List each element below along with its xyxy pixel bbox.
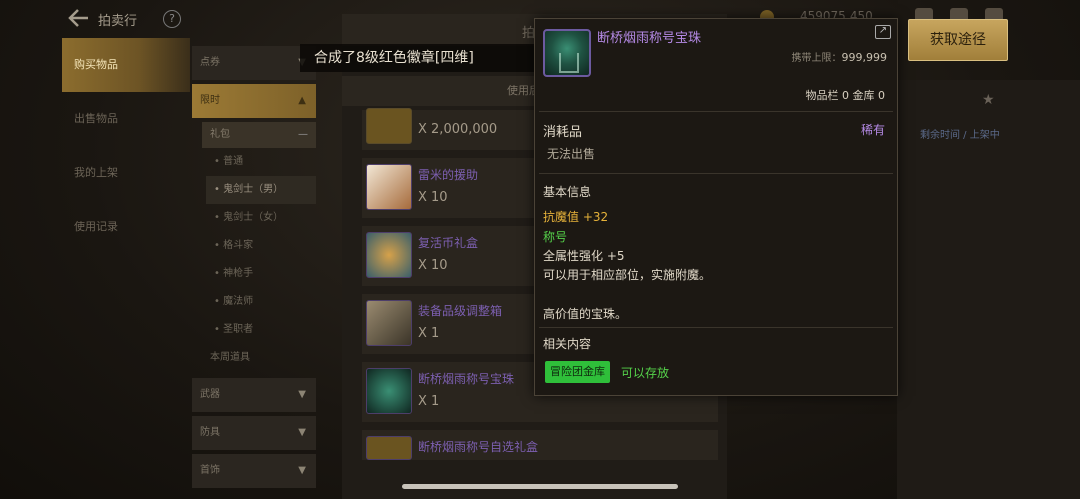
tooltip-header: 断桥烟雨称号宝珠 ↗ 携带上限：999,999 物品栏 0 金库 0	[535, 19, 897, 105]
subitem[interactable]: • 神枪手	[206, 260, 316, 288]
basic-info-heading: 基本信息	[543, 185, 592, 199]
orb-icon	[366, 368, 412, 414]
flavor-text: 高价值的宝珠。	[543, 307, 628, 321]
item-tooltip: 断桥烟雨称号宝珠 ↗ 携带上限：999,999 物品栏 0 金库 0 消耗品 稀…	[534, 18, 898, 396]
category-points[interactable]: 点券▼	[192, 46, 316, 80]
back-arrow-icon[interactable]	[68, 8, 90, 28]
gift-icon	[366, 436, 412, 460]
collapse-icon: —	[298, 129, 308, 140]
coin-box-icon	[366, 232, 412, 278]
subcategory-gift[interactable]: 礼包 —	[202, 122, 316, 148]
storage-count: 物品栏 0 金库 0	[805, 89, 886, 102]
stat-magic-resist: 抗魔值 +32	[543, 210, 609, 224]
reward-qty: X 2,000,000	[418, 122, 498, 137]
left-nav: 购买物品 出售物品 我的上架 使用记录	[62, 38, 190, 498]
category-weapon[interactable]: 武器 ▼	[192, 378, 316, 412]
reward-qty: X 10	[418, 258, 448, 273]
divider	[539, 111, 893, 112]
page-title: 拍卖行	[98, 14, 138, 29]
account-vault-badge: 冒险团金库	[545, 361, 610, 383]
stat-all-attr: 全属性强化 +5	[543, 249, 625, 263]
help-icon[interactable]: ?	[163, 10, 181, 28]
reward-name: 雷米的援助	[418, 168, 479, 182]
nav-sell[interactable]: 出售物品	[62, 92, 190, 146]
subitem[interactable]: • 普通	[206, 148, 316, 176]
nav-buy[interactable]: 购买物品	[62, 38, 190, 92]
divider	[539, 327, 893, 328]
feather-icon	[366, 164, 412, 210]
chevron-down-icon: ▼	[298, 427, 306, 438]
item-rarity: 稀有	[860, 123, 885, 137]
listing-column	[897, 80, 1080, 499]
item-type: 消耗品	[543, 125, 583, 140]
star-icon[interactable]: ★	[982, 92, 995, 108]
stat-desc: 可以用于相应部位，实施附魔。	[543, 268, 712, 282]
reward-item[interactable]: 断桥烟雨称号自选礼盒	[362, 430, 718, 460]
subitem-selected[interactable]: • 鬼剑士（男）	[206, 176, 316, 204]
reward-name: 复活币礼盒	[418, 236, 479, 250]
share-icon[interactable]: ↗	[875, 25, 891, 39]
reward-name: 断桥烟雨称号自选礼盒	[418, 440, 539, 454]
system-notification: 合成了8级红色徽章[四维]	[300, 44, 560, 72]
can-store-text: 可以存放	[621, 366, 670, 380]
nav-my-listings[interactable]: 我的上架	[62, 146, 190, 200]
listing-status: 剩余时间 / 上架中	[920, 130, 1000, 141]
chevron-down-icon: ▼	[298, 465, 306, 476]
category-armor[interactable]: 防具 ▼	[192, 416, 316, 450]
carry-limit: 携带上限：999,999	[791, 51, 888, 64]
subitem[interactable]: • 魔法师	[206, 288, 316, 316]
home-indicator[interactable]	[402, 484, 678, 489]
category-label: 限时	[200, 95, 220, 106]
nav-history[interactable]: 使用记录	[62, 200, 190, 254]
gold-icon	[366, 108, 412, 144]
item-name: 断桥烟雨称号宝珠	[597, 31, 702, 46]
reward-name: 断桥烟雨称号宝珠	[418, 372, 515, 386]
subitem[interactable]: • 圣职者	[206, 316, 316, 344]
subitem[interactable]: • 格斗家	[206, 232, 316, 260]
chevron-up-icon: ▲	[298, 95, 306, 106]
subcategory-label: 礼包	[210, 129, 230, 140]
trade-restriction: 无法出售	[547, 147, 596, 161]
category-column: 点券▼ 限时▲ 礼包— • 普通 • 鬼剑士（男） • 鬼剑士（女） • 格斗家…	[192, 46, 316, 499]
reward-qty: X 1	[418, 394, 440, 409]
reward-qty: X 1	[418, 326, 440, 341]
divider	[539, 173, 893, 174]
category-limited[interactable]: 限时 ▲	[192, 84, 316, 118]
related-heading: 相关内容	[543, 337, 592, 351]
orb-icon	[543, 29, 591, 77]
reward-name: 装备品级调整箱	[418, 304, 503, 318]
category-label: 点券	[200, 57, 220, 68]
category-accessory[interactable]: 首饰 ▼	[192, 454, 316, 488]
reward-qty: X 10	[418, 190, 448, 205]
box-icon	[366, 300, 412, 346]
subitem[interactable]: • 鬼剑士（女）	[206, 204, 316, 232]
stat-title: 称号	[543, 230, 568, 244]
chevron-down-icon: ▼	[298, 389, 306, 400]
get-source-button[interactable]: 获取途径	[908, 19, 1008, 61]
subitem-weekly[interactable]: 本周道具	[202, 344, 316, 372]
